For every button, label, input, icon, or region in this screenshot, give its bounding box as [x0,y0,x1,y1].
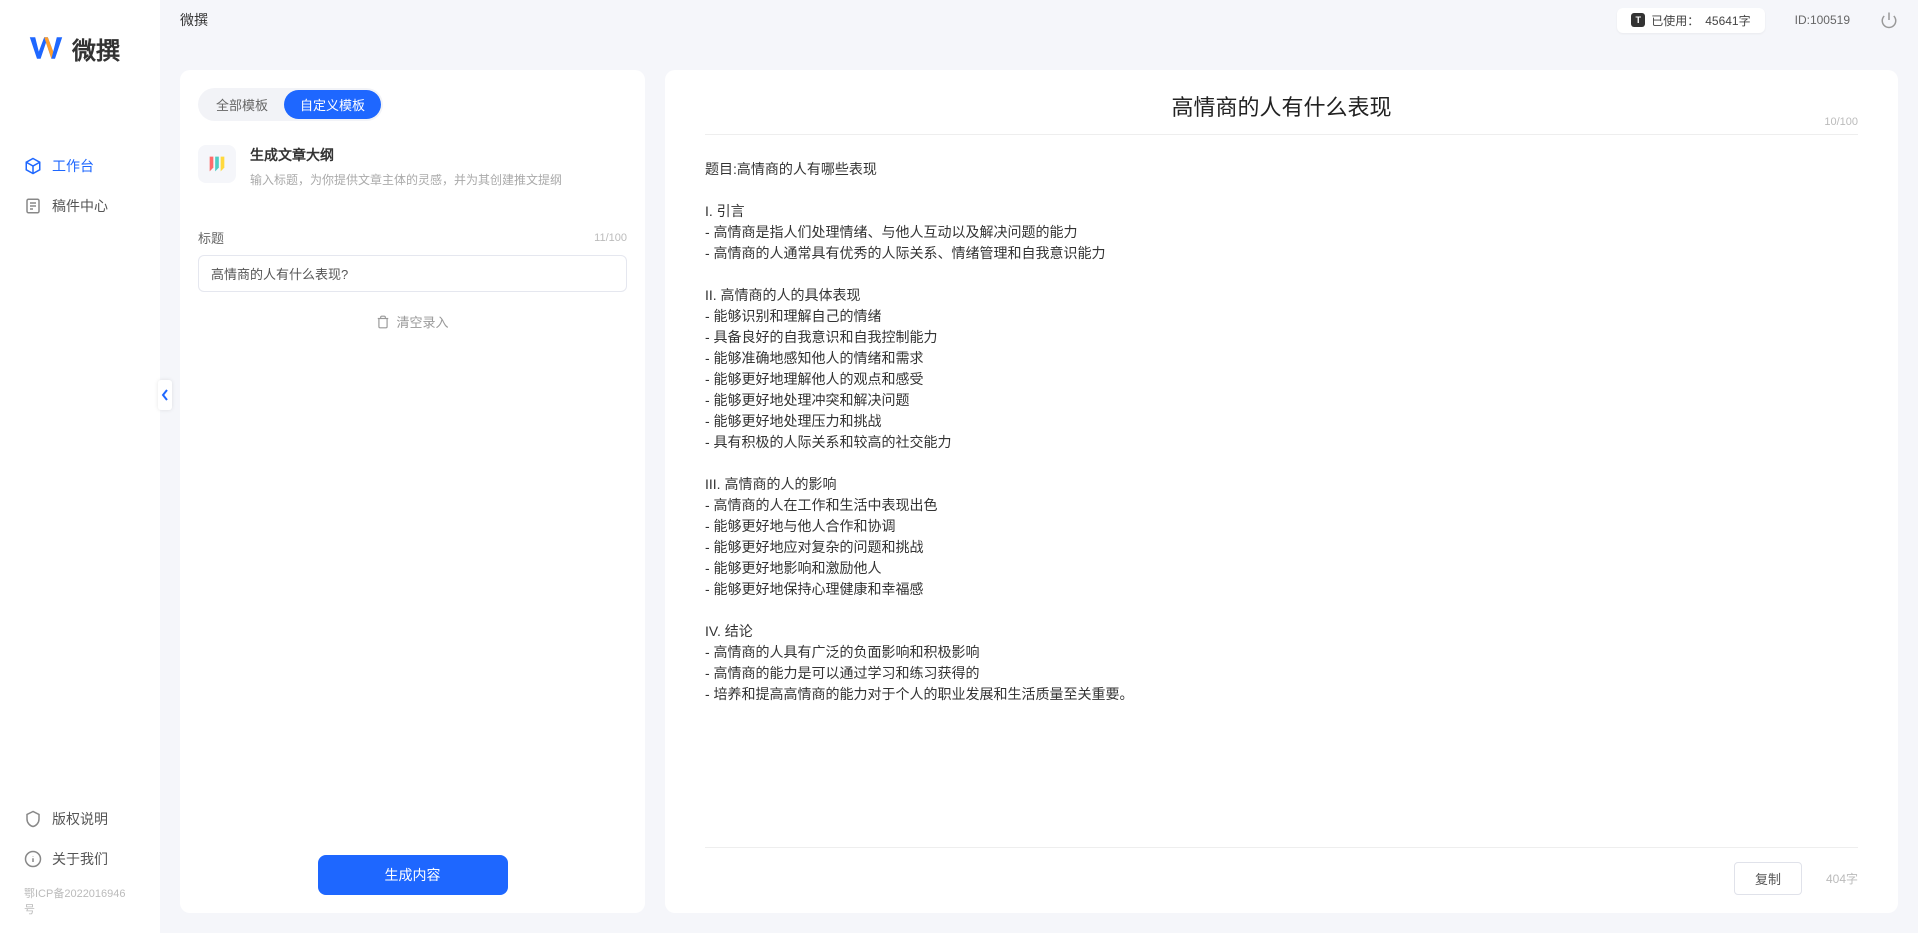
sidebar: 微撰 工作台 稿件中心 [0,0,160,933]
output-footer: 复制 404字 [705,847,1858,895]
left-panel: 全部模板 自定义模板 生成文章大纲 输入标题，为你提供文章主体的灵感，并为其创建… [180,70,645,913]
nav-label: 稿件中心 [52,196,108,216]
cube-icon [24,157,42,175]
title-char-count: 11/100 [594,232,627,244]
logo-icon [28,30,64,66]
header-title: 微撰 [180,10,208,30]
nav-items: 工作台 稿件中心 [0,96,160,799]
main: 微撰 T 已使用： 45641字 ID:100519 全部模板 [160,0,1918,933]
shield-icon [24,810,42,828]
output-header: 高情商的人有什么表现 10/100 [705,90,1858,135]
nav-label: 关于我们 [52,849,108,869]
chevron-left-icon [161,389,169,401]
output-body: 题目:高情商的人有哪些表现 I. 引言 - 高情商是指人们处理情绪、与他人互动以… [705,135,1858,847]
nav-label: 版权说明 [52,809,108,829]
template-title: 生成文章大纲 [250,145,627,165]
clear-input-button[interactable]: 清空录入 [198,312,627,331]
title-label: 标题 [198,228,224,247]
output-word-count: 404字 [1826,870,1858,887]
usage-badge[interactable]: T 已使用： 45641字 [1617,8,1764,33]
document-icon [24,197,42,215]
info-icon [24,850,42,868]
generate-button[interactable]: 生成内容 [318,855,508,895]
copy-button[interactable]: 复制 [1734,862,1802,895]
sidebar-bottom: 版权说明 关于我们 鄂ICP备2022016946号 [0,799,160,933]
template-info: 生成文章大纲 输入标题，为你提供文章主体的灵感，并为其创建推文提纲 [250,145,627,188]
sidebar-item-drafts[interactable]: 稿件中心 [0,186,160,226]
user-id: ID:100519 [1795,13,1850,27]
usage-label: 已使用： [1651,12,1699,29]
title-input[interactable] [198,255,627,292]
power-icon[interactable] [1880,11,1898,29]
right-panel: 高情商的人有什么表现 10/100 题目:高情商的人有哪些表现 I. 引言 - … [665,70,1898,913]
icp-text: 鄂ICP备2022016946号 [0,879,160,923]
form-section: 标题 11/100 清空录入 [198,228,627,331]
header: 微撰 T 已使用： 45641字 ID:100519 [160,0,1918,40]
header-right: T 已使用： 45641字 ID:100519 [1617,8,1898,33]
logo-text: 微撰 [72,31,120,66]
trash-icon [376,315,390,329]
logo[interactable]: 微撰 [0,0,160,96]
sidebar-item-workspace[interactable]: 工作台 [0,146,160,186]
template-card: 生成文章大纲 输入标题，为你提供文章主体的灵感，并为其创建推文提纲 [198,145,627,188]
sidebar-item-about[interactable]: 关于我们 [0,839,160,879]
tab-all-templates[interactable]: 全部模板 [200,90,284,119]
tab-custom-templates[interactable]: 自定义模板 [284,90,381,119]
usage-value: 45641字 [1705,12,1750,29]
clear-label: 清空录入 [396,312,448,331]
sidebar-item-copyright[interactable]: 版权说明 [0,799,160,839]
sidebar-collapse-button[interactable] [158,380,172,410]
content: 全部模板 自定义模板 生成文章大纲 输入标题，为你提供文章主体的灵感，并为其创建… [160,40,1918,933]
nav-label: 工作台 [52,156,94,176]
template-icon [198,145,236,183]
output-meta: 10/100 [1824,116,1858,128]
template-tabs: 全部模板 自定义模板 [198,88,383,121]
template-desc: 输入标题，为你提供文章主体的灵感，并为其创建推文提纲 [250,171,627,188]
output-title: 高情商的人有什么表现 [705,90,1858,122]
text-icon: T [1631,13,1645,27]
